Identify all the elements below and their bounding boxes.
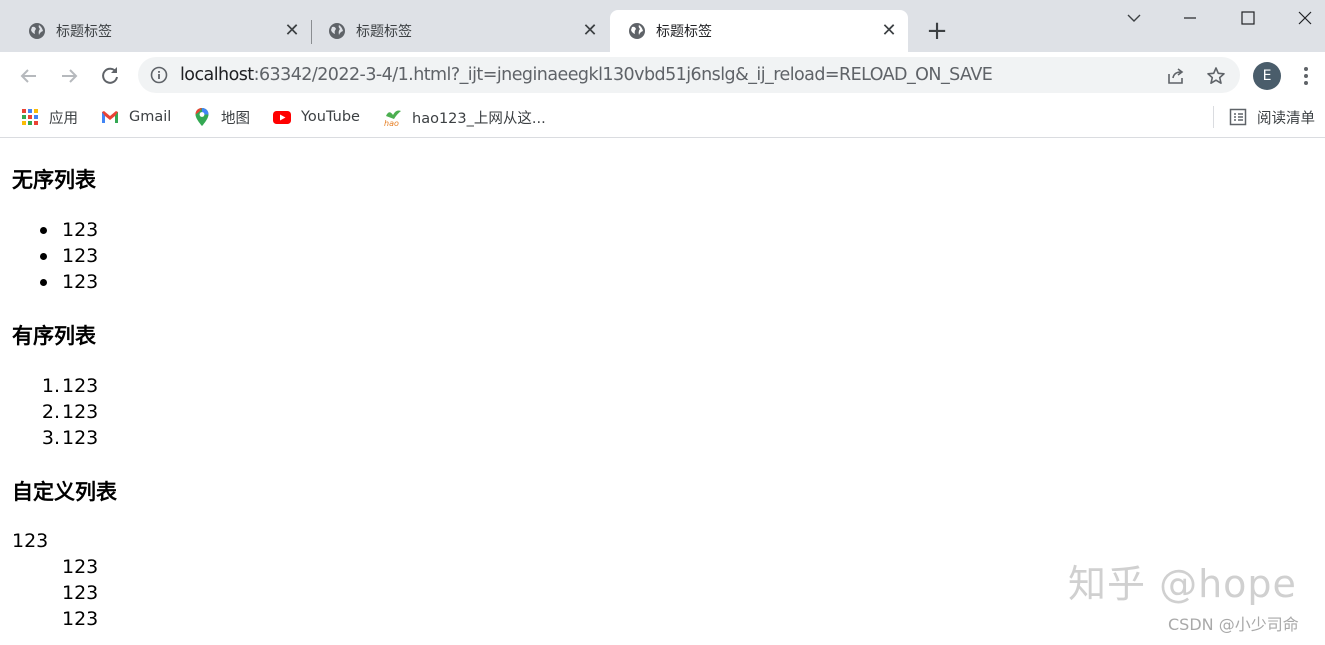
tab-title: 标题标签 xyxy=(656,24,712,40)
bookmark-youtube[interactable]: YouTube xyxy=(272,106,360,128)
list-item: 123 xyxy=(62,219,99,241)
back-arrow-icon[interactable] xyxy=(17,64,41,88)
tab-search-chevron-icon[interactable] xyxy=(1119,6,1149,32)
list-item: 123 xyxy=(62,401,99,423)
list-item: 123 xyxy=(62,271,99,293)
globe-icon xyxy=(29,23,45,39)
list-number: 1. xyxy=(41,375,60,397)
apps-grid-icon xyxy=(22,109,38,125)
bookmarks-divider xyxy=(1213,106,1214,128)
list-number: 2. xyxy=(41,401,60,423)
bookmark-hao123[interactable]: hao hao123_上网从这... xyxy=(383,106,546,128)
reading-list-button[interactable]: 阅读清单 xyxy=(1228,106,1315,128)
bookmark-gmail[interactable]: Gmail xyxy=(100,106,171,128)
zhihu-watermark: 知乎 @hope xyxy=(1068,562,1297,606)
bookmark-label: 应用 xyxy=(49,110,78,127)
list-bullet xyxy=(40,227,47,234)
bookmark-label: Gmail xyxy=(129,109,172,125)
tab-3-active[interactable]: 标题标签 ✕ xyxy=(610,10,908,52)
list-item: 123 xyxy=(62,245,99,267)
more-menu-icon[interactable] xyxy=(1296,64,1316,88)
list-item: 123 xyxy=(62,375,99,397)
url-path: :63342/2022-3-4/1.html?_ijt=jneginaeegkl… xyxy=(253,65,993,85)
share-icon[interactable] xyxy=(1166,66,1186,86)
definition-description: 123 xyxy=(62,608,99,630)
tab-2[interactable]: 标题标签 ✕ xyxy=(310,10,610,52)
hao123-icon: hao xyxy=(384,110,401,127)
globe-icon xyxy=(329,23,345,39)
reading-list-label: 阅读清单 xyxy=(1257,110,1315,127)
new-tab-button[interactable]: + xyxy=(924,18,950,44)
svg-text:hao: hao xyxy=(384,119,399,127)
list-number: 3. xyxy=(41,427,60,449)
url-host: localhost xyxy=(180,65,254,85)
maximize-icon[interactable] xyxy=(1233,6,1263,32)
address-bar[interactable]: localhost:63342/2022-3-4/1.html?_ijt=jne… xyxy=(138,57,1240,93)
forward-arrow-icon[interactable] xyxy=(57,64,81,88)
minimize-icon[interactable] xyxy=(1175,6,1205,32)
bookmark-maps[interactable]: 地图 xyxy=(192,106,250,128)
bookmarks-bar: 应用 Gmail 地图 YouTube hao hao123_上网从这... 阅… xyxy=(0,98,1325,138)
url-text[interactable]: localhost:63342/2022-3-4/1.html?_ijt=jne… xyxy=(180,65,993,85)
list-item: 123 xyxy=(62,427,99,449)
list-bullet xyxy=(40,279,47,286)
definition-term: 123 xyxy=(12,530,49,552)
tab-title: 标题标签 xyxy=(356,24,412,40)
bookmark-label: YouTube xyxy=(301,109,360,125)
globe-icon xyxy=(629,23,645,39)
profile-avatar[interactable]: E xyxy=(1253,62,1281,90)
bookmark-apps[interactable]: 应用 xyxy=(20,106,78,128)
bookmark-label: 地图 xyxy=(221,110,250,127)
gmail-icon xyxy=(102,111,118,123)
heading-ordered-list: 有序列表 xyxy=(12,324,96,348)
youtube-icon xyxy=(273,111,291,124)
list-bullet xyxy=(40,253,47,260)
browser-toolbar: localhost:63342/2022-3-4/1.html?_ijt=jne… xyxy=(0,52,1325,98)
heading-definition-list: 自定义列表 xyxy=(12,480,117,504)
definition-description: 123 xyxy=(62,556,99,578)
reload-icon[interactable] xyxy=(98,64,122,88)
bookmark-label: hao123_上网从这... xyxy=(412,110,546,127)
window-close-icon[interactable] xyxy=(1290,6,1320,32)
close-icon[interactable]: ✕ xyxy=(580,21,600,41)
definition-description: 123 xyxy=(62,582,99,604)
tab-1[interactable]: 标题标签 ✕ xyxy=(10,10,310,52)
close-icon[interactable]: ✕ xyxy=(879,21,899,41)
tab-title: 标题标签 xyxy=(56,24,112,40)
site-info-icon[interactable] xyxy=(150,66,168,84)
bookmark-star-icon[interactable] xyxy=(1206,66,1226,86)
csdn-watermark: CSDN @小少司命 xyxy=(1168,615,1299,634)
reading-list-icon xyxy=(1229,108,1247,126)
close-icon[interactable]: ✕ xyxy=(282,21,302,41)
tab-strip: 标题标签 ✕ 标题标签 ✕ 标题标签 ✕ + xyxy=(0,0,1325,52)
maps-pin-icon xyxy=(195,108,209,126)
heading-unordered-list: 无序列表 xyxy=(12,168,96,192)
